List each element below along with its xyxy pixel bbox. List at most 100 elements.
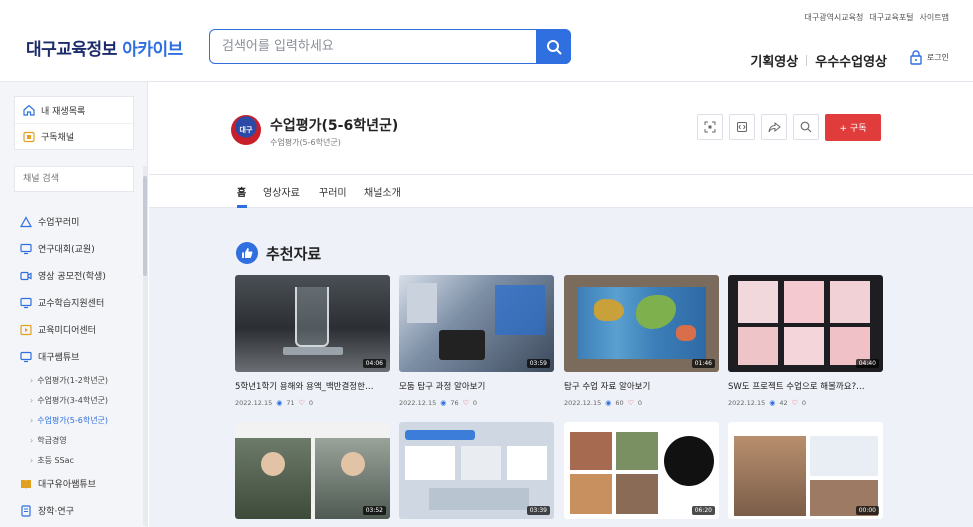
nav-planning-video[interactable]: 기획영상 <box>750 51 798 70</box>
channel-search-input[interactable] <box>14 166 134 192</box>
page: 대구교육정보 아카이브 대구광역시교육청 대구교육포털 사이트맵 기획영상 우수… <box>0 0 973 527</box>
video-thumbnail[interactable]: 00:00 <box>728 422 883 519</box>
video-thumbnail[interactable]: 03:39 <box>399 422 554 519</box>
video-thumbnail[interactable]: 03:52 <box>235 422 390 519</box>
triangle-icon <box>20 215 32 227</box>
sidebar-item-lesson-bundle[interactable]: 수업꾸러미 <box>20 208 140 235</box>
search-button[interactable] <box>536 29 571 64</box>
video-thumbnail[interactable]: 04:40 <box>728 275 883 372</box>
video-thumbnail[interactable]: 04:06 <box>235 275 390 372</box>
video-likes: 0 <box>308 399 314 407</box>
video-duration: 03:59 <box>526 359 550 368</box>
video-thumbnail[interactable]: 06:20 <box>564 422 719 519</box>
channel-header: 대구 수업평가(5-6학년군) 수업평가(5-6학년군) + 구독 <box>149 82 973 174</box>
sidebar-subitem-grade-3-4[interactable]: 수업평가(3-4학년군) <box>20 390 140 410</box>
subscribe-icon <box>23 131 35 142</box>
video-card[interactable]: 03:52 <box>235 422 390 519</box>
share-button[interactable] <box>761 114 787 140</box>
sidebar-scroll-thumb[interactable] <box>143 176 147 276</box>
sidebar-item-supervision-research[interactable]: 장학·연구 <box>20 497 140 524</box>
video-duration: 03:39 <box>526 506 550 515</box>
util-link-portal[interactable]: 대구교육포털 <box>869 12 913 23</box>
video-meta: 2022.12.15 ◉ 71 ♡ 0 <box>235 399 390 407</box>
tab-home[interactable]: 홈 <box>237 184 246 199</box>
tab-bundles[interactable]: 꾸러미 <box>319 184 347 199</box>
video-card[interactable]: 03:39 <box>399 422 554 519</box>
video-duration: 00:00 <box>855 506 879 515</box>
video-views: 42 <box>779 399 788 407</box>
sidebar-channel-menu: 수업꾸러미 연구대회(교원) 영상 공모전(학생) 교수학습지원센터 교육미디어… <box>20 208 140 524</box>
sidebar-item-label: 대구유아쌤튜브 <box>38 480 96 490</box>
sidebar-item-video-contest[interactable]: 영상 공모전(학생) <box>20 262 140 289</box>
search-input[interactable] <box>210 30 540 63</box>
site-logo[interactable]: 대구교육정보 아카이브 <box>26 35 183 60</box>
video-duration: 06:20 <box>691 506 715 515</box>
sidebar-item-label: 교수학습지원센터 <box>38 299 105 309</box>
search-icon <box>800 121 812 133</box>
video-date: 2022.12.15 <box>399 399 437 407</box>
eye-icon: ◉ <box>440 399 447 407</box>
sidebar-subitem-ssac[interactable]: 초등 SSac <box>20 450 140 470</box>
util-link-office[interactable]: 대구광역시교육청 <box>804 12 863 23</box>
search-icon <box>546 39 561 54</box>
heart-icon: ♡ <box>298 399 305 407</box>
thumbs-up-icon <box>236 242 258 264</box>
video-likes: 0 <box>472 399 478 407</box>
sidebar-item-daegu-tube[interactable]: 대구쌤튜브 <box>20 343 140 370</box>
video-thumbnail[interactable]: 03:59 <box>399 275 554 372</box>
video-meta: 2022.12.15 ◉ 60 ♡ 0 <box>564 399 719 407</box>
tab-videos[interactable]: 영상자료 <box>263 184 300 199</box>
lock-icon <box>910 50 922 65</box>
sidebar-item-kinder-tube[interactable]: 대구유아쌤튜브 <box>20 470 140 497</box>
book-icon <box>21 479 31 489</box>
global-nav: 기획영상 우수수업영상 <box>750 51 887 70</box>
video-duration: 04:40 <box>855 359 879 368</box>
sidebar-item-label: 장학·연구 <box>38 507 74 517</box>
video-views: 60 <box>615 399 624 407</box>
sidebar-item-label: 대구쌤튜브 <box>38 353 80 363</box>
util-link-sitemap[interactable]: 사이트맵 <box>920 12 949 23</box>
video-card[interactable]: 01:46 탐구 수업 자료 알아보기 2022.12.15 ◉ 60 ♡ 0 <box>564 275 719 407</box>
qr-icon <box>704 121 716 133</box>
sidebar-item-playlist[interactable]: 내 재생목록 <box>15 97 133 123</box>
qr-button[interactable] <box>697 114 723 140</box>
heart-icon: ♡ <box>627 399 634 407</box>
video-thumbnail[interactable]: 01:46 <box>564 275 719 372</box>
logo-main-text: 대구교육정보 <box>26 40 117 60</box>
feed-area: 추천자료 04:06 5학년1학기 용해와 용액_백반결정한… 2022.12.… <box>149 208 973 527</box>
subscribe-button[interactable]: + 구독 <box>825 114 881 141</box>
nav-best-class-video[interactable]: 우수수업영상 <box>815 51 887 70</box>
video-title[interactable]: 모둠 탐구 과정 알아보기 <box>399 380 551 392</box>
video-date: 2022.12.15 <box>235 399 273 407</box>
sidebar-item-teaching-center[interactable]: 교수학습지원센터 <box>20 289 140 316</box>
embed-icon <box>737 122 747 132</box>
video-title[interactable]: 5학년1학기 용해와 용액_백반결정한… <box>235 380 387 392</box>
login-button[interactable]: 로그인 <box>909 50 949 65</box>
sidebar-subitem-grade-1-2[interactable]: 수업평가(1-2학년군) <box>20 370 140 390</box>
sidebar-subitem-grade-5-6[interactable]: 수업평가(5-6학년군) <box>20 410 140 430</box>
video-meta: 2022.12.15 ◉ 76 ♡ 0 <box>399 399 554 407</box>
sidebar-item-media-center[interactable]: 교육미디어센터 <box>20 316 140 343</box>
channel-search-button[interactable] <box>793 114 819 140</box>
video-title[interactable]: 탐구 수업 자료 알아보기 <box>564 380 716 392</box>
sidebar-subitem-class-management[interactable]: 학급경영 <box>20 430 140 450</box>
video-card[interactable]: 04:06 5학년1학기 용해와 용액_백반결정한… 2022.12.15 ◉ … <box>235 275 390 407</box>
eye-icon: ◉ <box>276 399 283 407</box>
video-card[interactable]: 04:40 SW도 프로젝트 수업으로 해볼까요?… 2022.12.15 ◉ … <box>728 275 883 407</box>
tab-channel-info[interactable]: 채널소개 <box>364 184 401 199</box>
video-card[interactable]: 00:00 <box>728 422 883 519</box>
sidebar-scrollbar[interactable] <box>143 166 147 526</box>
video-card[interactable]: 03:59 모둠 탐구 과정 알아보기 2022.12.15 ◉ 76 ♡ 0 <box>399 275 554 407</box>
video-card[interactable]: 06:20 <box>564 422 719 519</box>
sidebar-item-subscriptions[interactable]: 구독채널 <box>15 123 133 149</box>
sidebar-item-research-contest[interactable]: 연구대회(교원) <box>20 235 140 262</box>
sidebar-item-label: 영상 공모전(학생) <box>38 272 106 282</box>
video-icon <box>20 271 32 280</box>
doc-icon <box>21 504 31 517</box>
embed-button[interactable] <box>729 114 755 140</box>
nav-divider <box>806 55 808 66</box>
sidebar-item-label: 연구대회(교원) <box>38 245 95 255</box>
video-duration: 01:46 <box>691 359 715 368</box>
video-views: 71 <box>286 399 295 407</box>
video-title[interactable]: SW도 프로젝트 수업으로 해볼까요?… <box>728 380 880 392</box>
